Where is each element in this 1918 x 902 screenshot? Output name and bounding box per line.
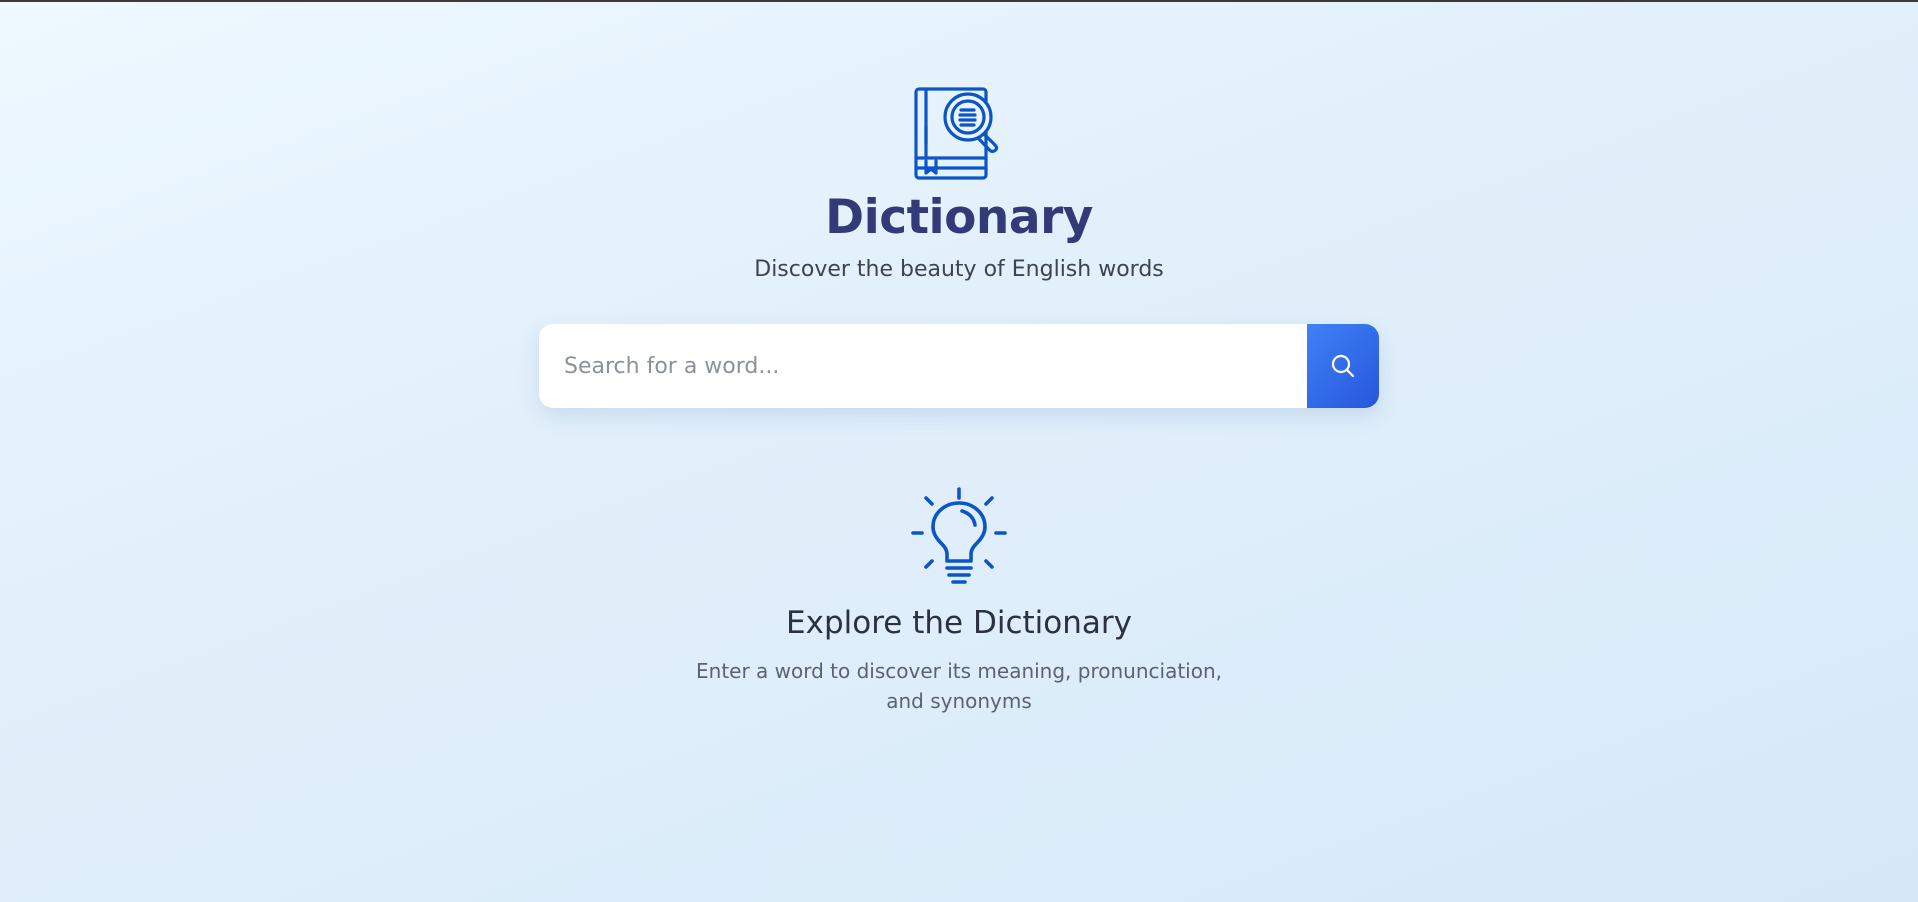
search-button[interactable] (1307, 324, 1379, 408)
page-subtitle: Discover the beauty of English words (754, 257, 1164, 282)
dictionary-book-search-icon (914, 87, 999, 180)
lightbulb-icon (911, 487, 1007, 584)
header: Dictionary Discover the beauty of Englis… (0, 86, 1918, 284)
search-bar (539, 324, 1379, 408)
page-title: Dictionary (825, 190, 1093, 245)
empty-state-title: Explore the Dictionary (786, 605, 1132, 641)
empty-state-text: Enter a word to discover its meaning, pr… (696, 659, 1222, 713)
search-input[interactable] (539, 324, 1307, 408)
empty-state: Explore the Dictionary Enter a word to d… (0, 486, 1918, 716)
search-icon (1331, 354, 1355, 378)
